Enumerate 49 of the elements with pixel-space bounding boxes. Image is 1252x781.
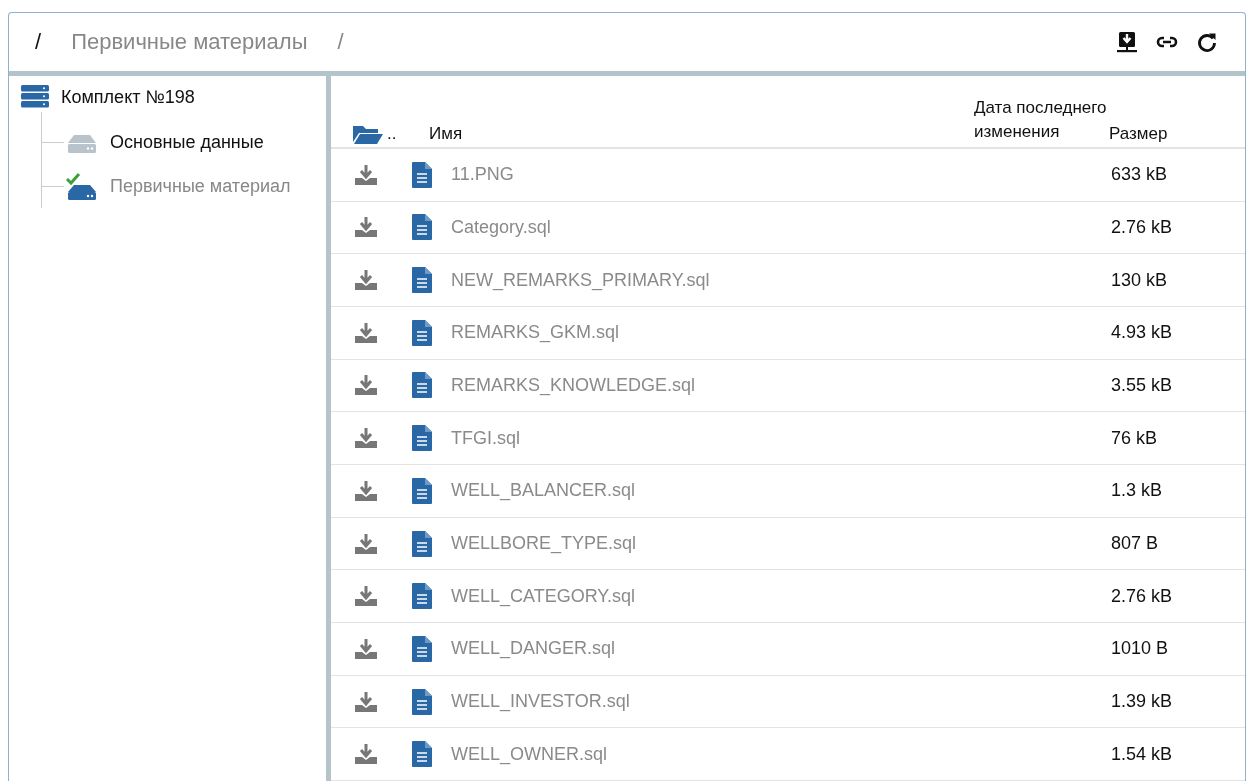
file-icon (412, 214, 432, 241)
file-icon (412, 161, 432, 188)
file-name[interactable]: WELL_DANGER.sql (451, 638, 974, 660)
column-header[interactable]: Дата последнего изменения (974, 95, 1109, 144)
column-header[interactable]: Имя (429, 123, 974, 144)
file-name[interactable]: WELLBORE_TYPE.sql (451, 533, 974, 554)
file-icon (412, 267, 432, 294)
breadcrumb-separator: / (337, 29, 344, 55)
parent-folder-link[interactable]: .. (387, 123, 397, 144)
file-icon (412, 688, 432, 715)
file-icon (412, 635, 432, 662)
file-size: 1.39 kB (1111, 691, 1173, 712)
file-size: 76 kB (1111, 427, 1158, 449)
file-name[interactable]: REMARKS_GKM.sql (451, 322, 974, 344)
file-name[interactable]: 11.PNG (451, 164, 974, 186)
file-size: 1.3 kB (1111, 480, 1163, 502)
file-icon (412, 372, 432, 399)
file-size: 2.76 kB (1111, 216, 1173, 238)
column-header[interactable]: Размер (1109, 123, 1245, 144)
file-icon (412, 477, 432, 504)
breadcrumb-link[interactable]: Первичные материалы (71, 29, 308, 55)
file-name[interactable]: TFGI.sql (451, 427, 974, 449)
file-size: 3.55 kB (1111, 375, 1173, 396)
file-icon (412, 425, 432, 452)
file-size: 633 kB (1111, 164, 1168, 186)
file-name[interactable]: WELL_CATEGORY.sql (451, 585, 974, 607)
file-name[interactable]: REMARKS_KNOWLEDGE.sql (451, 375, 974, 396)
tree-item[interactable]: Первичные материал (110, 175, 291, 197)
file-icon (412, 741, 432, 768)
file-name[interactable]: WELL_OWNER.sql (451, 743, 974, 765)
file-size: 2.76 kB (1111, 585, 1173, 607)
file-size: 1.54 kB (1111, 743, 1173, 765)
tree-item[interactable]: Основные данные (110, 131, 264, 153)
file-size: 807 B (1111, 533, 1159, 554)
file-name[interactable]: Category.sql (451, 216, 974, 238)
file-icon (412, 319, 432, 346)
file-name[interactable]: WELL_BALANCER.sql (451, 480, 974, 502)
file-icon (412, 530, 432, 557)
tree-item[interactable]: Комплект №198 (61, 86, 195, 108)
download-icon[interactable] (1115, 30, 1139, 54)
file-size: 1010 B (1111, 638, 1169, 660)
file-size: 4.93 kB (1111, 322, 1173, 344)
folder-icon[interactable] (353, 123, 383, 144)
file-name[interactable]: NEW_REMARKS_PRIMARY.sql (451, 269, 974, 291)
server-icon (21, 85, 49, 109)
file-icon (412, 583, 432, 610)
file-size: 130 kB (1111, 269, 1168, 291)
breadcrumb-separator: / (35, 29, 42, 55)
file-name[interactable]: WELL_INVESTOR.sql (451, 691, 974, 712)
